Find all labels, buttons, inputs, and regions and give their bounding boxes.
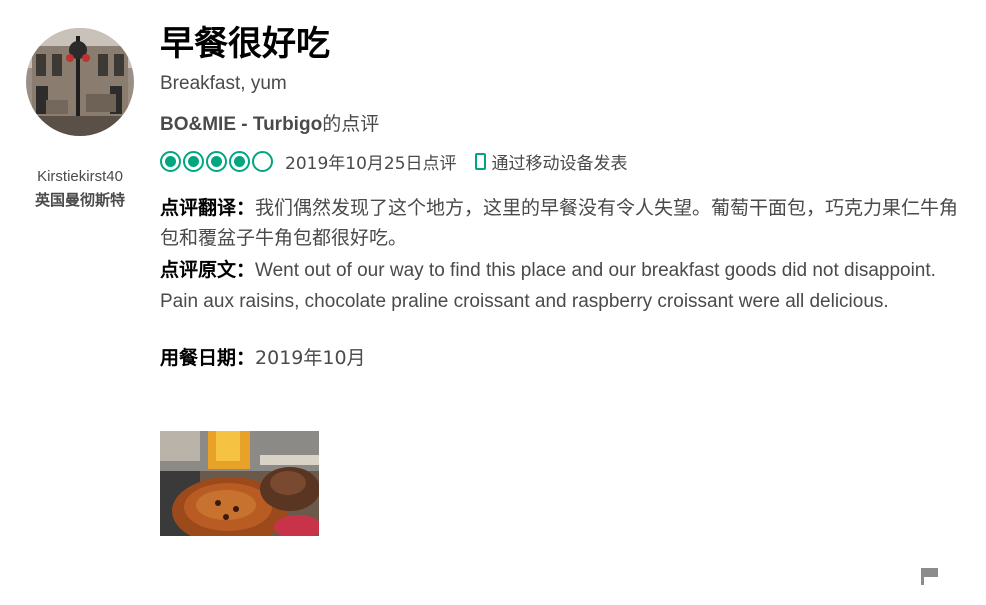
original-review: 点评原文：Went out of our way to find this pl… <box>160 255 965 317</box>
rating-bubble-filled-icon <box>160 150 181 172</box>
mobile-badge: 通过移动设备发表 <box>474 149 628 174</box>
user-location: 英国曼彻斯特 <box>34 191 125 209</box>
rating-bubble-filled-icon <box>229 150 250 172</box>
review-place: BO&MIE - Turbigo的点评 <box>160 110 965 139</box>
review-meta: 2019年10月25日点评 通过移动设备发表 <box>160 147 965 175</box>
review-title[interactable]: 早餐很好吃 <box>160 18 965 70</box>
username[interactable]: Kirstiekirst40 <box>20 168 140 185</box>
place-name-link[interactable]: BO&MIE - Turbigo <box>160 114 322 135</box>
phone-icon <box>474 152 486 170</box>
rating-bubble-filled-icon <box>206 150 227 172</box>
user-avatar[interactable] <box>26 28 134 136</box>
user-avatar-photo <box>26 28 134 136</box>
translated-text: 我们偶然发现了这个地方，这里的早餐没有令人失望。葡萄干面包，巧克力果仁牛角包和覆… <box>160 197 959 249</box>
rating-bubble-empty-icon <box>252 150 273 172</box>
visit-date: 2019年10月 <box>255 347 366 369</box>
rating-bubbles <box>160 150 273 172</box>
visit-label: 用餐日期： <box>160 347 256 369</box>
translated-review: 点评翻译：我们偶然发现了这个地方，这里的早餐没有令人失望。葡萄干面包，巧克力果仁… <box>160 193 965 253</box>
reviewer-profile: Kirstiekirst40 英国曼彻斯特 <box>20 28 140 210</box>
mobile-label: 通过移动设备发表 <box>491 153 628 174</box>
rating-bubble-filled-icon <box>183 150 204 172</box>
review-date: 2019年10月25日点评 <box>285 153 457 174</box>
translated-label: 点评翻译： <box>160 197 256 219</box>
review-card: 早餐很好吃 Breakfast, yum BO&MIE - Turbigo的点评… <box>160 18 965 536</box>
report-flag-button[interactable] <box>919 565 941 587</box>
original-text: Went out of our way to find this place a… <box>160 260 936 312</box>
visit-date-row: 用餐日期：2019年10月 <box>160 343 965 373</box>
review-subtitle: Breakfast, yum <box>160 73 287 94</box>
review-photo[interactable] <box>160 431 319 536</box>
pastry-photo <box>160 431 319 536</box>
place-suffix: 的点评 <box>322 113 380 135</box>
flag-icon <box>921 568 938 585</box>
original-label: 点评原文： <box>160 259 256 281</box>
